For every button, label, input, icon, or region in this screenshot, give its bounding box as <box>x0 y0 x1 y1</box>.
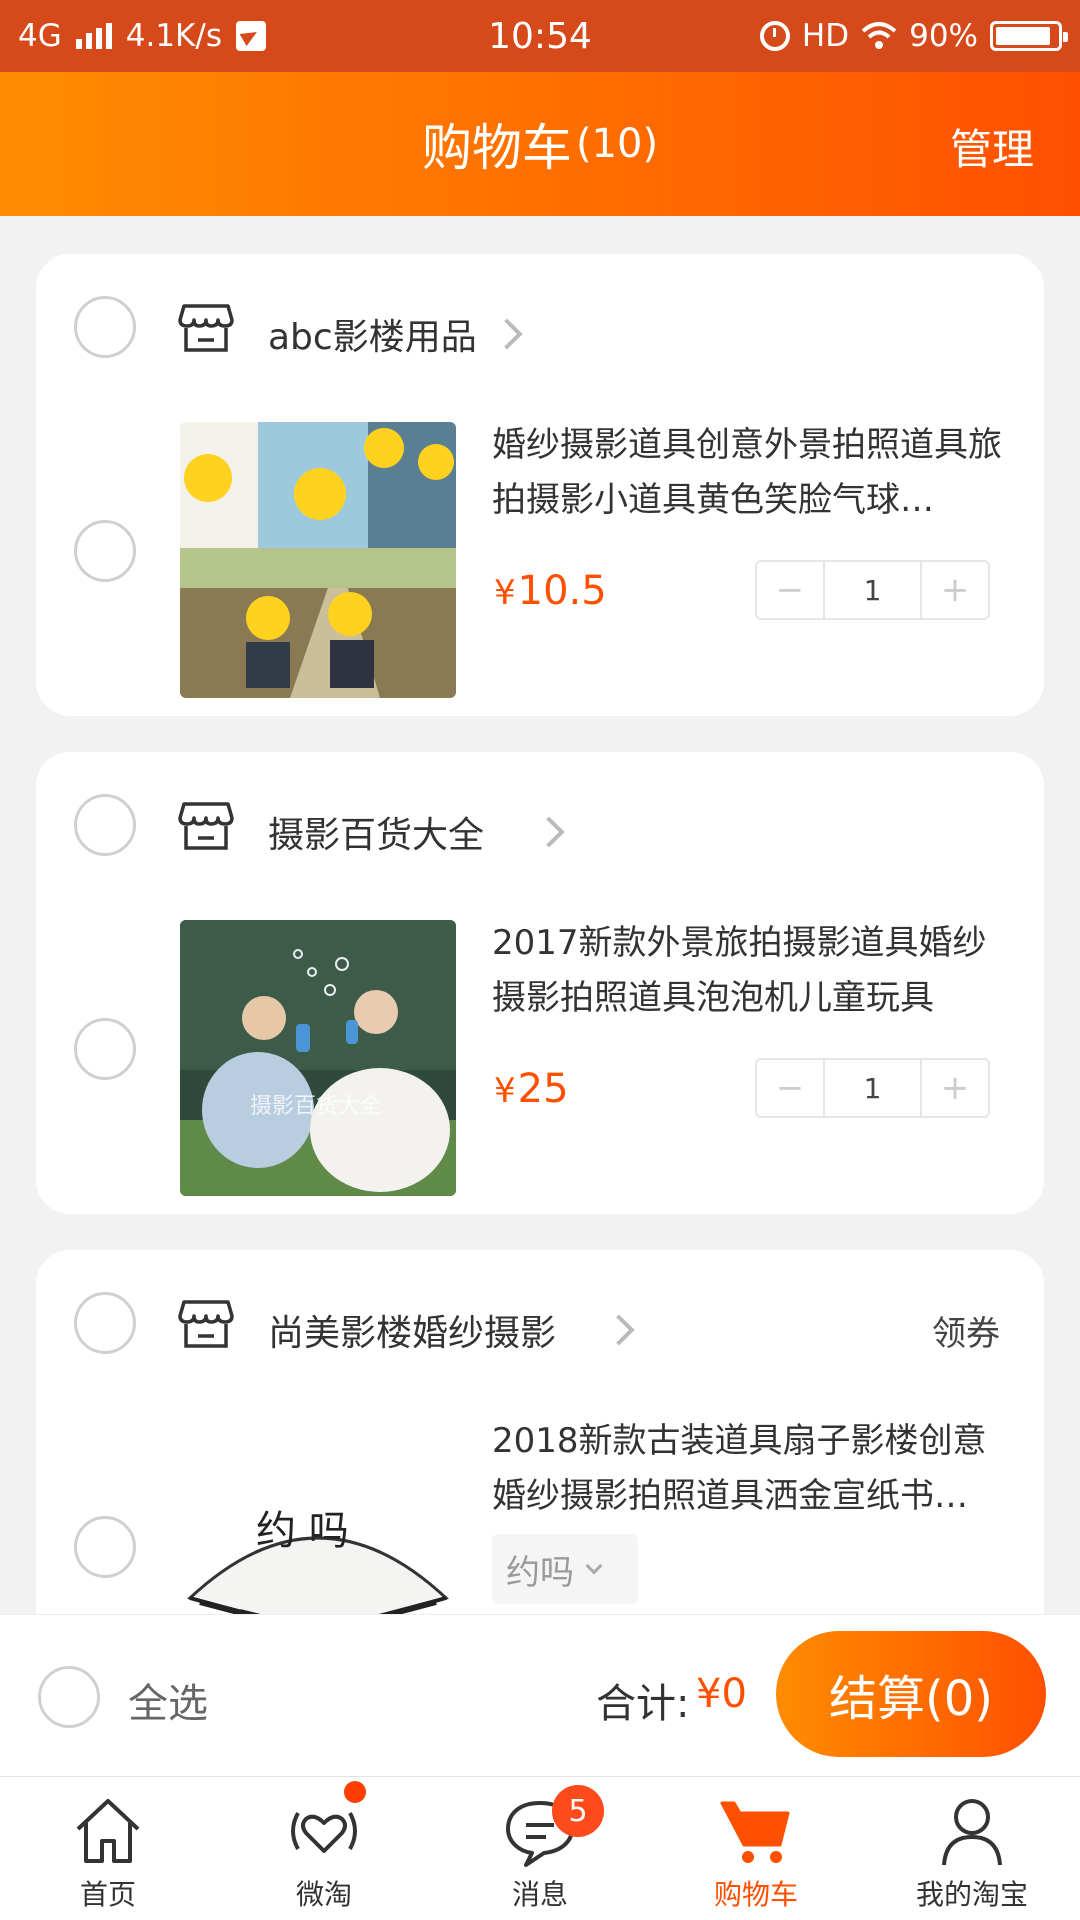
chevron-down-icon <box>585 1557 603 1575</box>
select-all-label[interactable]: 全选 <box>128 1671 208 1729</box>
quantity-value[interactable]: 1 <box>823 1060 922 1116</box>
product-image[interactable] <box>180 422 456 698</box>
chevron-right-icon <box>603 1314 635 1346</box>
currency-symbol: ¥ <box>494 573 516 613</box>
hd-indicator: HD <box>801 18 850 54</box>
status-bar: 4G 4.1K/s 10:54 HD 90% <box>0 0 1080 72</box>
checkout-bar: 全选 合计: ¥0 结算(0) <box>0 1614 1080 1776</box>
decrement-button[interactable]: − <box>757 1060 823 1116</box>
cart-count: (10) <box>575 121 659 167</box>
tab-label: 我的淘宝 <box>915 1878 1028 1911</box>
product-title[interactable]: 婚纱摄影道具创意外景拍照道具旅拍摄影小道具黄色笑脸气球… <box>492 418 1012 528</box>
increment-button[interactable]: + <box>922 1060 988 1116</box>
chevron-right-icon <box>533 816 565 848</box>
telegram-icon <box>235 21 266 51</box>
shop-icon <box>178 304 234 352</box>
status-left: 4G 4.1K/s <box>18 18 418 54</box>
signal-icon <box>75 23 112 49</box>
tab-label: 消息 <box>511 1878 568 1911</box>
shop-select-radio[interactable] <box>74 296 136 358</box>
tab-weitao[interactable]: 微淘 <box>216 1777 432 1920</box>
battery-icon <box>990 21 1068 51</box>
product-price: ¥25 <box>494 1066 569 1112</box>
tab-label: 微淘 <box>295 1878 352 1911</box>
image-watermark: 摄影百货大全 <box>250 1094 383 1119</box>
fan-calligraphy: 约 吗 <box>256 1508 349 1554</box>
chevron-right-icon <box>491 318 523 350</box>
network-type: 4G <box>18 18 62 54</box>
item-select-radio[interactable] <box>74 1516 136 1578</box>
tab-my-taobao[interactable]: 我的淘宝 <box>864 1777 1080 1920</box>
cart-icon <box>720 1801 790 1863</box>
manage-button[interactable]: 管理 <box>950 116 1034 177</box>
tab-label: 购物车 <box>713 1878 798 1911</box>
sku-value: 约吗 <box>506 1552 574 1593</box>
select-all-radio[interactable] <box>38 1666 100 1728</box>
network-speed: 4.1K/s <box>125 18 222 54</box>
total-value: ¥0 <box>696 1671 747 1717</box>
currency-symbol: ¥ <box>494 1071 516 1111</box>
coupon-button[interactable]: 领券 <box>932 1306 1000 1355</box>
product-title[interactable]: 2018新款古装道具扇子影楼创意婚纱摄影拍照道具洒金宣纸书… <box>492 1414 1012 1524</box>
shop-select-radio[interactable] <box>74 794 136 856</box>
wifi-icon <box>861 22 897 49</box>
tab-messages[interactable]: 5 消息 <box>432 1777 648 1920</box>
status-right: HD 90% <box>662 18 1068 54</box>
shop-card: abc影楼用品 婚纱摄影道具创意外景拍照道具旅拍摄影小道具黄色笑脸气球… ¥10… <box>36 254 1044 716</box>
alarm-icon <box>759 21 790 51</box>
quantity-stepper: − 1 + <box>755 1058 990 1118</box>
message-badge: 5 <box>552 1785 604 1837</box>
item-select-radio[interactable] <box>74 520 136 582</box>
product-title[interactable]: 2017新款外景旅拍摄影道具婚纱摄影拍照道具泡泡机儿童玩具 <box>492 916 1012 1026</box>
shop-icon <box>178 1300 234 1348</box>
battery-fill <box>996 27 1050 45</box>
checkout-button[interactable]: 结算(0) <box>776 1631 1046 1757</box>
product-image[interactable]: 摄影百货大全 <box>180 920 456 1196</box>
shop-card: 摄影百货大全 摄影百货大全 2017新款外景旅拍摄影道具婚纱摄影拍照道具泡泡机儿… <box>36 752 1044 1214</box>
item-select-radio[interactable] <box>74 1018 136 1080</box>
quantity-value[interactable]: 1 <box>823 562 922 618</box>
user-icon <box>942 1799 1002 1866</box>
shop-icon <box>178 802 234 850</box>
notification-dot <box>344 1781 366 1803</box>
page-title: 购物车 <box>421 119 572 177</box>
quantity-stepper: − 1 + <box>755 560 990 620</box>
tab-cart[interactable]: 购物车 <box>648 1777 864 1920</box>
tab-home[interactable]: 首页 <box>0 1777 216 1920</box>
status-time: 10:54 <box>488 15 592 57</box>
bottom-tab-bar: 首页 微淘 5 消息 购物车 我的淘宝 <box>0 1776 1080 1920</box>
shop-name[interactable]: 摄影百货大全 <box>268 806 484 858</box>
weitao-icon <box>291 1812 357 1853</box>
shop-card: 尚美影楼婚纱摄影 领券 约 吗 2018新款古装道具扇子影楼创意婚纱摄影拍照道具… <box>36 1250 1044 1650</box>
price-value: 25 <box>517 1066 569 1112</box>
price-value: 10.5 <box>517 568 607 614</box>
product-price: ¥10.5 <box>494 568 607 614</box>
tab-label: 首页 <box>79 1878 136 1911</box>
total-label: 合计: <box>596 1681 690 1727</box>
shop-name[interactable]: 尚美影楼婚纱摄影 <box>268 1304 556 1356</box>
decrement-button[interactable]: − <box>757 562 823 618</box>
increment-button[interactable]: + <box>922 562 988 618</box>
battery-percent: 90% <box>909 18 978 54</box>
home-icon <box>76 1799 140 1863</box>
cart-header: 购物车 (10) 管理 <box>0 72 1080 216</box>
shop-name[interactable]: abc影楼用品 <box>268 308 477 360</box>
sku-select[interactable]: 约吗 <box>492 1534 638 1604</box>
shop-select-radio[interactable] <box>74 1292 136 1354</box>
